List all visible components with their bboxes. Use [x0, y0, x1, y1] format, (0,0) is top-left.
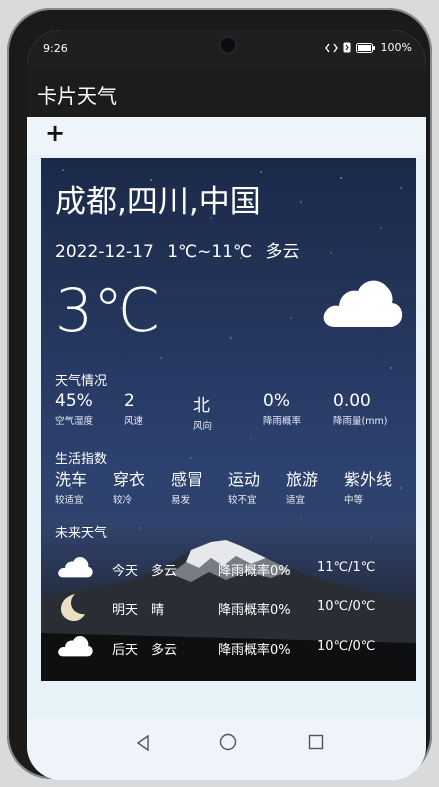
life-item-cold: 感冒 易发: [171, 466, 203, 506]
app-title: 卡片天气: [37, 84, 117, 108]
stat-value: 0.00: [333, 391, 371, 411]
life-item-uv: 紫外线 中等: [344, 466, 392, 506]
life-value: 穿衣: [113, 470, 146, 489]
forecast-day: 明天: [112, 603, 139, 618]
life-index-title: 生活指数: [55, 452, 108, 467]
stat-label: 降雨概率: [263, 416, 302, 427]
forecast-title: 未来天气: [55, 526, 108, 541]
status-bar: 9:26 100%: [27, 30, 426, 67]
cloud-icon: [323, 280, 403, 327]
city-name: 成都,四川,中国: [55, 184, 261, 220]
app-bar: 卡片天气: [27, 67, 426, 117]
forecast-condition: 多云: [151, 564, 178, 579]
add-city-button[interactable]: +: [45, 121, 65, 145]
condition: 多云: [265, 242, 300, 262]
current-temperature: 3℃: [55, 276, 161, 346]
temp-range: 1℃~11℃: [167, 242, 253, 262]
life-label: 易发: [171, 495, 191, 506]
battery-percent: 100%: [380, 41, 412, 54]
life-item-travel: 旅游 适宜: [286, 466, 318, 506]
stat-value: 北: [193, 396, 210, 416]
forecast-row-today: 今天 多云 降雨概率0% 11℃/1℃: [55, 553, 405, 583]
life-label: 较适宜: [55, 495, 84, 506]
forecast-temps: 10℃/0℃: [317, 639, 376, 654]
moon-icon: [61, 594, 85, 621]
cloud-icon: [58, 557, 93, 578]
nfc-icon: [343, 42, 351, 53]
stat-label: 空气湿度: [55, 416, 94, 427]
screen: 9:26 100% 卡片天气 + 成都,四川,中国 2022-12-17 1℃~…: [27, 30, 426, 780]
back-icon[interactable]: [135, 734, 151, 752]
date: 2022-12-17: [55, 242, 154, 262]
system-nav-bar: [27, 718, 426, 780]
date-line: 2022-12-17 1℃~11℃ 多云: [55, 237, 308, 262]
stat-value: 2: [124, 391, 135, 411]
life-label: 中等: [344, 495, 364, 506]
battery-icon: [355, 42, 375, 53]
forecast-day: 后天: [112, 643, 139, 658]
forecast-rain: 降雨概率0%: [218, 603, 291, 618]
weather-card[interactable]: 成都,四川,中国 2022-12-17 1℃~11℃ 多云 3℃ 天气情况 45…: [41, 158, 416, 681]
stat-label: 降雨量(mm): [333, 416, 388, 427]
stat-rain-chance: 0% 降雨概率: [263, 391, 301, 427]
forecast-row-day-after: 后天 多云 降雨概率0% 10℃/0℃: [55, 632, 405, 662]
stat-label: 风速: [124, 416, 144, 427]
status-icons: 100%: [324, 41, 412, 54]
forecast-rain: 降雨概率0%: [218, 564, 291, 579]
forecast-row-tomorrow: 明天 晴 降雨概率0% 10℃/0℃: [55, 592, 405, 622]
phone-frame: 9:26 100% 卡片天气 + 成都,四川,中国 2022-12-17 1℃~…: [0, 0, 439, 787]
forecast-condition: 多云: [151, 643, 178, 658]
stat-value: 45%: [55, 391, 93, 411]
recent-apps-icon[interactable]: [308, 734, 324, 750]
phone-body: 9:26 100% 卡片天气 + 成都,四川,中国 2022-12-17 1℃~…: [7, 8, 432, 780]
life-item-dressing: 穿衣 较冷: [113, 466, 145, 506]
forecast-temps: 10℃/0℃: [317, 599, 376, 614]
status-time: 9:26: [43, 42, 68, 55]
stat-rainfall: 0.00 降雨量(mm): [333, 391, 387, 427]
stat-label: 风向: [193, 421, 213, 432]
front-camera: [218, 35, 238, 55]
life-value: 运动: [228, 470, 261, 489]
life-value: 洗车: [55, 470, 88, 489]
life-label: 适宜: [286, 495, 306, 506]
data-transfer-icon: [324, 43, 338, 52]
life-label: 较冷: [113, 495, 133, 506]
stat-wind-speed: 2 风速: [124, 391, 143, 427]
forecast-day: 今天: [112, 564, 139, 579]
forecast-rain: 降雨概率0%: [218, 643, 291, 658]
conditions-title: 天气情况: [55, 374, 108, 389]
life-value: 感冒: [171, 470, 204, 489]
life-label: 较不宜: [228, 495, 257, 506]
stat-wind-direction: 北 风向: [193, 391, 212, 432]
life-value: 紫外线: [344, 470, 393, 489]
toolbar: +: [27, 117, 426, 155]
life-item-sport: 运动 较不宜: [228, 466, 260, 506]
stat-humidity: 45% 空气湿度: [55, 391, 93, 427]
stat-value: 0%: [263, 391, 290, 411]
cloud-icon: [58, 636, 93, 657]
life-value: 旅游: [286, 470, 319, 489]
life-item-carwash: 洗车 较适宜: [55, 466, 87, 506]
forecast-temps: 11℃/1℃: [317, 560, 376, 575]
home-icon[interactable]: [219, 733, 237, 751]
forecast-condition: 晴: [151, 603, 165, 618]
